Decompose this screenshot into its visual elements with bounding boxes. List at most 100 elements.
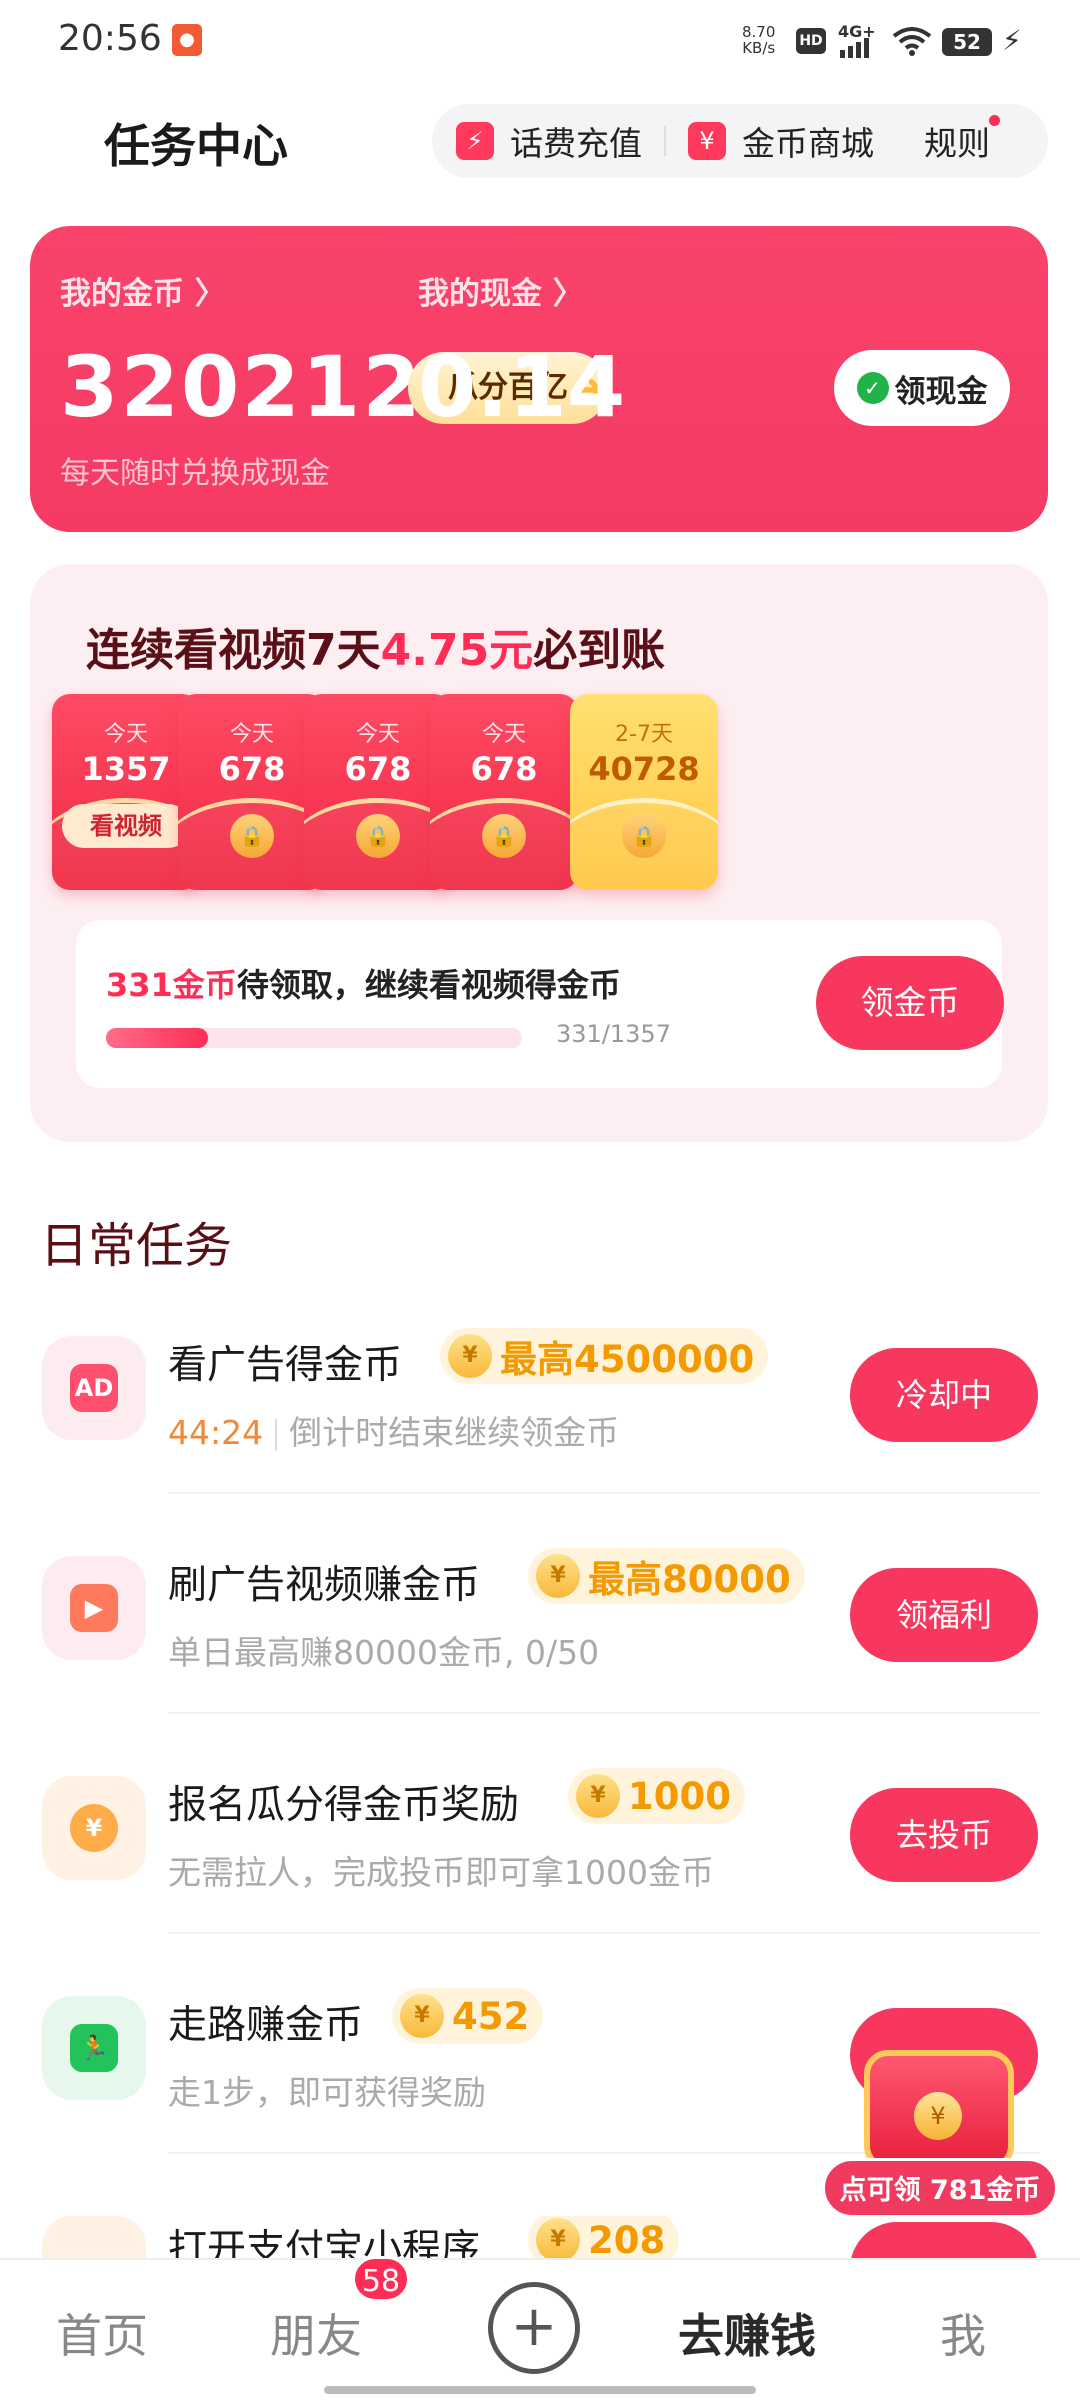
coin-mall-button[interactable]: ¥ 金币商城: [688, 117, 874, 165]
video-icon: ▶: [42, 1556, 146, 1660]
task-alipay: 打开支付宝小程序 ¥ 208: [0, 2216, 1080, 2258]
nav-friends[interactable]: 朋友: [270, 2300, 362, 2366]
recharge-button[interactable]: ⚡ 话费充值: [456, 117, 642, 165]
reward-badge: ¥ 208: [528, 2216, 680, 2259]
progress-message: 待领取，继续看视频得金币: [236, 966, 621, 1004]
cooldown-button[interactable]: 冷却中: [850, 1348, 1038, 1442]
wechat-icon: ✓: [856, 372, 889, 404]
get-benefit-button[interactable]: 领福利: [850, 1568, 1038, 1662]
coin-icon: ¥: [448, 1334, 492, 1378]
go-coin-button[interactable]: 去投币: [850, 1788, 1038, 1882]
streak-card: 连续看视频7天4.75元必到账 今天 1357 看视频 今天 678 🔒 今天 …: [30, 564, 1048, 1142]
reward-badge: ¥ 最高4500000: [440, 1328, 769, 1384]
reward-value: 452: [452, 1994, 530, 2038]
header-actions: ⚡ 话费充值 ¥ 金币商城 规则: [432, 104, 1048, 178]
task-name: 走路赚金币: [168, 2003, 364, 2048]
coin-icon: ¥: [576, 1774, 620, 1818]
lightning-icon: ⚡: [456, 122, 494, 160]
rules-button[interactable]: 规则: [924, 115, 1000, 165]
reward-value: 208: [588, 2218, 666, 2259]
claim-coins-button[interactable]: 领金币: [816, 956, 1004, 1050]
app-notification-icon: ●: [172, 24, 202, 56]
status-time: 20:56: [58, 18, 162, 59]
task-watch-ad: AD 看广告得金币 ¥ 最高4500000 44:24 倒计时结束继续领金币 冷却…: [0, 1328, 1080, 1554]
recharge-label: 话费充值: [510, 124, 642, 163]
nav-home[interactable]: 首页: [56, 2300, 148, 2366]
divider: [275, 1418, 278, 1451]
home-indicator[interactable]: [324, 2386, 756, 2394]
envelope-amount: 678: [470, 750, 538, 788]
reward-value: 最高4500000: [500, 1338, 755, 1381]
lock-icon: 🔒: [230, 814, 274, 858]
countdown-timer: 44:24: [168, 1413, 264, 1452]
envelope-day-4: 今天 678 🔒: [430, 694, 578, 890]
cash-value: 0.14: [418, 338, 626, 436]
task-subtitle: 单日最高赚80000金币, 0/50: [168, 1633, 600, 1672]
envelope-day: 今天: [481, 722, 526, 747]
charging-icon: ⚡: [1002, 24, 1022, 57]
divider: [664, 126, 666, 156]
claim-chest-label[interactable]: 点可领 781金币: [822, 2158, 1058, 2218]
task-name: 看广告得金币: [168, 1343, 403, 1388]
progress-count: 331/1357: [556, 1020, 671, 1048]
withdraw-button[interactable]: ✓ 领现金: [834, 350, 1010, 426]
progress-highlight: 331金币: [106, 966, 237, 1004]
watch-video-button[interactable]: 看视频: [62, 804, 190, 848]
my-cash-link[interactable]: 我的现金 〉: [418, 268, 584, 313]
balance-subtitle: 每天随时兑换成现金: [60, 456, 330, 491]
ticket-icon: ¥: [688, 122, 726, 160]
video-icon-glyph: ▶: [70, 1584, 118, 1632]
coins-value: 320212: [60, 338, 423, 436]
task-subtitle-text: 倒计时结束继续领金币: [289, 1413, 620, 1452]
streak-title: 连续看视频7天4.75元必到账: [86, 614, 665, 678]
nav-me[interactable]: 我: [940, 2300, 986, 2366]
lock-icon: 🔒: [356, 814, 400, 858]
alipay-task-button[interactable]: [850, 2222, 1038, 2258]
envelope-day: 2-7天: [615, 722, 673, 747]
create-button[interactable]: +: [488, 2282, 580, 2374]
streak-title-highlight: 4.75元: [380, 625, 534, 676]
progress-text: 331金币待领取，继续看视频得金币: [106, 960, 621, 1006]
battery-icon: 52: [942, 28, 992, 56]
coin-icon: ¥: [536, 2218, 580, 2258]
divider: [168, 1712, 1040, 1714]
withdraw-label: 领现金: [894, 373, 988, 410]
envelope-day-2-7: 2-7天 40728 🔒: [570, 694, 718, 890]
task-subtitle: 无需拉人，完成投币即可拿1000金币: [168, 1853, 714, 1892]
lock-icon: 🔒: [482, 814, 526, 858]
alipay-icon: [42, 2216, 146, 2258]
streak-title-part1: 连续看视频7天: [86, 625, 381, 676]
divider: [168, 1492, 1040, 1494]
rules-label: 规则: [924, 124, 990, 163]
reward-badge: ¥ 最高80000: [528, 1548, 805, 1604]
envelope-amount: 40728: [588, 750, 700, 788]
hd-icon: HD: [796, 28, 826, 54]
reward-badge: ¥ 1000: [568, 1768, 745, 1824]
progress-fill: [106, 1028, 208, 1048]
reward-value: 1000: [628, 1774, 731, 1818]
coin-icon: ¥: [914, 2092, 962, 2140]
reward-badge: ¥ 452: [392, 1988, 544, 2044]
progress-box: 331金币待领取，继续看视频得金币 331/1357 领金币: [76, 920, 1004, 1088]
yuan-coin-icon: ¥: [42, 1776, 146, 1880]
task-subtitle: 走1步，即可获得奖励: [168, 2073, 486, 2112]
net-speed-value: 8.70: [742, 23, 776, 41]
balance-card: 我的金币 〉 320212 瓜分百亿 ➜ 我的现金 〉 0.14 ✓ 领现金 每…: [30, 226, 1048, 532]
my-coins-link[interactable]: 我的金币 〉: [60, 268, 226, 313]
task-name: 打开支付宝小程序: [168, 2227, 481, 2258]
net-speed: 8.70 KB/s: [742, 24, 775, 56]
lock-icon: 🔒: [622, 814, 666, 858]
coin-icon: ¥: [536, 1554, 580, 1598]
bottom-nav: 首页 朋友 58 + 去赚钱 我: [0, 2256, 1080, 2400]
streak-title-part2: 必到账: [533, 625, 666, 676]
nav-earn[interactable]: 去赚钱: [678, 2300, 816, 2366]
status-bar: 20:56 ● 8.70 KB/s HD 4G+ 52 ⚡: [0, 0, 1080, 84]
task-subtitle: 44:24 倒计时结束继续领金币: [168, 1406, 619, 1454]
divider: [168, 1932, 1040, 1934]
ad-icon: AD: [42, 1336, 146, 1440]
friends-badge: 58: [352, 2256, 410, 2302]
coin-icon: ¥: [400, 1994, 444, 2038]
task-name: 报名瓜分得金币奖励: [168, 1783, 520, 1828]
progress-bar: [106, 1028, 522, 1048]
net-speed-unit: KB/s: [742, 39, 776, 57]
